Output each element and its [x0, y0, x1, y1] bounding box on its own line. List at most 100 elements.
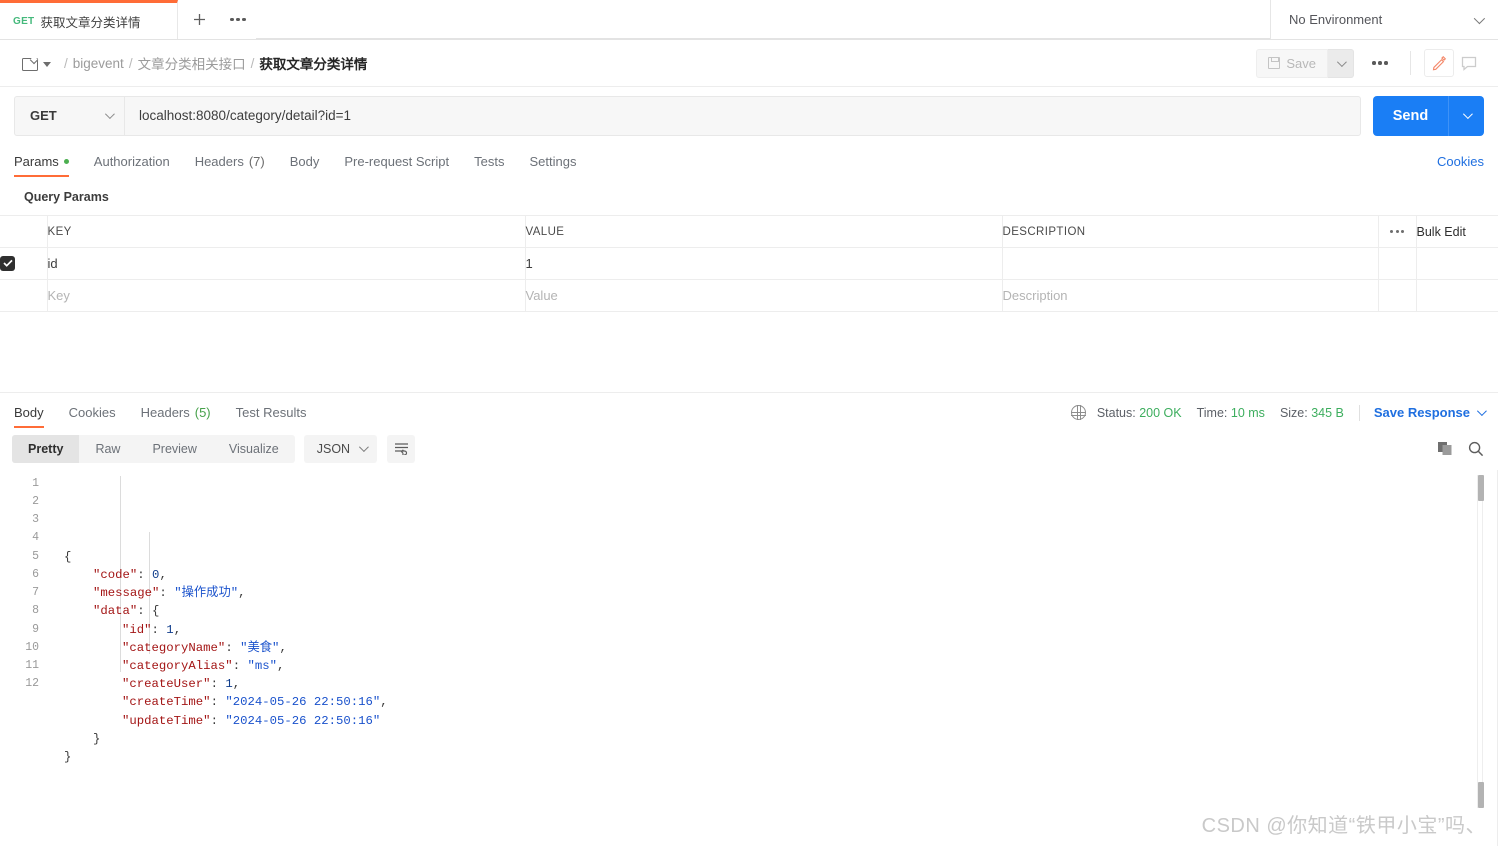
tab-settings[interactable]: Settings — [529, 154, 576, 177]
breadcrumb-item-0[interactable]: bigevent — [73, 56, 124, 71]
http-method-selector[interactable]: GET — [14, 95, 124, 136]
code-token: { — [64, 549, 72, 564]
query-params-table: KEY VALUE DESCRIPTION Bulk Edit id 1 Key… — [0, 215, 1498, 312]
response-tab-headers[interactable]: Headers (5) — [141, 405, 211, 428]
breadcrumb-bar: / bigevent / 文章分类相关接口 / 获取文章分类详情 Save — [0, 40, 1498, 87]
view-mode-group: Pretty Raw Preview Visualize — [12, 434, 295, 463]
postman-window: GET 获取文章分类详情 No Environment / bigevent /… — [0, 0, 1498, 846]
watermark-text: CSDN @你知道“铁甲小宝”吗、 — [1201, 815, 1486, 837]
response-tab-test-results[interactable]: Test Results — [236, 405, 307, 428]
line-number: 8 — [32, 604, 39, 618]
code-token: "操作成功" — [174, 586, 239, 601]
green-dot-icon — [63, 159, 69, 164]
view-mode-visualize[interactable]: Visualize — [213, 435, 295, 463]
ellipsis-icon — [1379, 230, 1416, 233]
code-token: "美食" — [240, 640, 280, 655]
code-token: 1 — [225, 677, 233, 692]
toolbar-divider — [1410, 51, 1411, 75]
response-tab-cookies[interactable]: Cookies — [69, 405, 116, 428]
param-key-cell[interactable]: id — [47, 247, 526, 280]
params-column-options-button[interactable] — [1378, 215, 1417, 248]
code-line: { — [46, 548, 1498, 566]
wrap-lines-button[interactable] — [387, 434, 416, 463]
tab-actions-button[interactable] — [220, 0, 256, 39]
tab-headers[interactable]: Headers (7) — [195, 154, 265, 177]
meta-divider — [1358, 404, 1360, 421]
code-token: , — [173, 622, 182, 637]
save-options-button[interactable] — [1328, 48, 1354, 78]
code-token: "2024-05-26 22:50:16" — [225, 695, 381, 710]
view-mode-raw[interactable]: Raw — [79, 435, 136, 463]
tab-tests[interactable]: Tests — [474, 154, 504, 177]
copy-button[interactable] — [1437, 441, 1453, 457]
description-placeholder: Description — [1002, 288, 1068, 303]
request-more-actions-button[interactable] — [1363, 49, 1397, 78]
pencil-icon — [1432, 55, 1446, 70]
new-tab-button[interactable] — [178, 0, 220, 39]
table-header-row: KEY VALUE DESCRIPTION Bulk Edit — [0, 215, 1498, 248]
code-token: : { — [137, 604, 160, 619]
comment-button[interactable] — [1454, 49, 1484, 77]
code-token: "ms" — [247, 658, 277, 673]
line-number-gutter: 1 2 3 4 5 6 7 8 9 10 11 12 — [0, 470, 46, 846]
scrollbar-thumb-bottom[interactable] — [1478, 782, 1484, 808]
edit-button[interactable] — [1424, 49, 1454, 77]
save-response-button[interactable]: Save Response — [1374, 405, 1487, 420]
request-tab-active[interactable]: GET 获取文章分类详情 — [0, 0, 178, 39]
bulk-edit-button[interactable]: Bulk Edit — [1416, 215, 1498, 248]
breadcrumb-item-1[interactable]: 文章分类相关接口 — [138, 53, 246, 73]
code-token: : — [225, 640, 241, 655]
code-token: : — [210, 695, 226, 710]
code-token: "2024-05-26 22:50:16" — [225, 713, 381, 728]
empty-param-value-cell[interactable]: Value — [525, 279, 1003, 312]
response-format-selector[interactable]: JSON — [303, 434, 378, 463]
chevron-down-icon — [1476, 406, 1487, 417]
send-button[interactable]: Send — [1373, 95, 1448, 136]
column-header-value: VALUE — [525, 215, 1003, 248]
tab-pre-request-script[interactable]: Pre-request Script — [344, 154, 449, 177]
json-code-content[interactable]: {"code": 0, "message": "操作成功", "data": {"i… — [46, 470, 1498, 846]
empty-param-key-cell[interactable]: Key — [47, 279, 526, 312]
response-body-viewer[interactable]: 1 2 3 4 5 6 7 8 9 10 11 12 {"code": 0, "message": "操… — [0, 469, 1498, 846]
environment-selector[interactable]: No Environment — [1270, 0, 1498, 39]
code-token: "categoryAlias" — [122, 658, 233, 673]
caret-down-icon[interactable] — [43, 61, 51, 67]
status-label: Status: — [1096, 405, 1136, 420]
comment-icon — [1461, 56, 1477, 71]
status-value: 200 OK — [1139, 405, 1182, 420]
tab-params[interactable]: Params — [14, 154, 69, 177]
url-input[interactable] — [124, 95, 1361, 136]
view-mode-pretty[interactable]: Pretty — [12, 434, 80, 463]
code-token: } — [64, 749, 72, 764]
code-token: 1 — [166, 622, 174, 637]
response-scrollbar[interactable] — [1477, 474, 1484, 808]
code-token: , — [238, 586, 246, 601]
cookies-link[interactable]: Cookies — [1437, 154, 1484, 177]
param-description-cell[interactable] — [1002, 247, 1379, 280]
line-number: 2 — [32, 495, 39, 509]
code-token: , — [232, 677, 241, 692]
empty-row-checkbox-cell[interactable] — [0, 279, 48, 312]
tab-body[interactable]: Body — [290, 154, 320, 177]
search-button[interactable] — [1468, 441, 1484, 457]
response-tab-test-results-label: Test Results — [235, 404, 307, 420]
code-line: "categoryAlias": "ms", — [46, 657, 1498, 675]
param-value-cell[interactable]: 1 — [525, 247, 1003, 280]
save-button[interactable]: Save — [1256, 48, 1328, 78]
tab-authorization[interactable]: Authorization — [94, 154, 170, 177]
save-button-label: Save — [1286, 55, 1316, 71]
view-mode-preview[interactable]: Preview — [136, 435, 212, 463]
tab-headers-count: (7) — [248, 154, 265, 169]
response-tab-body[interactable]: Body — [14, 405, 44, 428]
code-line: "categoryName": "美食", — [46, 639, 1498, 657]
scrollbar-thumb-top[interactable] — [1478, 474, 1484, 501]
breadcrumb-separator-2: / — [250, 55, 255, 71]
send-options-button[interactable] — [1448, 95, 1484, 136]
line-number: 9 — [32, 622, 39, 636]
chevron-down-icon — [1462, 109, 1473, 120]
empty-param-description-cell[interactable]: Description — [1002, 279, 1379, 312]
tab-body-label: Body — [289, 154, 320, 169]
column-header-description: DESCRIPTION — [1002, 215, 1379, 248]
code-token: , — [380, 695, 388, 710]
row-enabled-checkbox[interactable] — [0, 255, 15, 271]
